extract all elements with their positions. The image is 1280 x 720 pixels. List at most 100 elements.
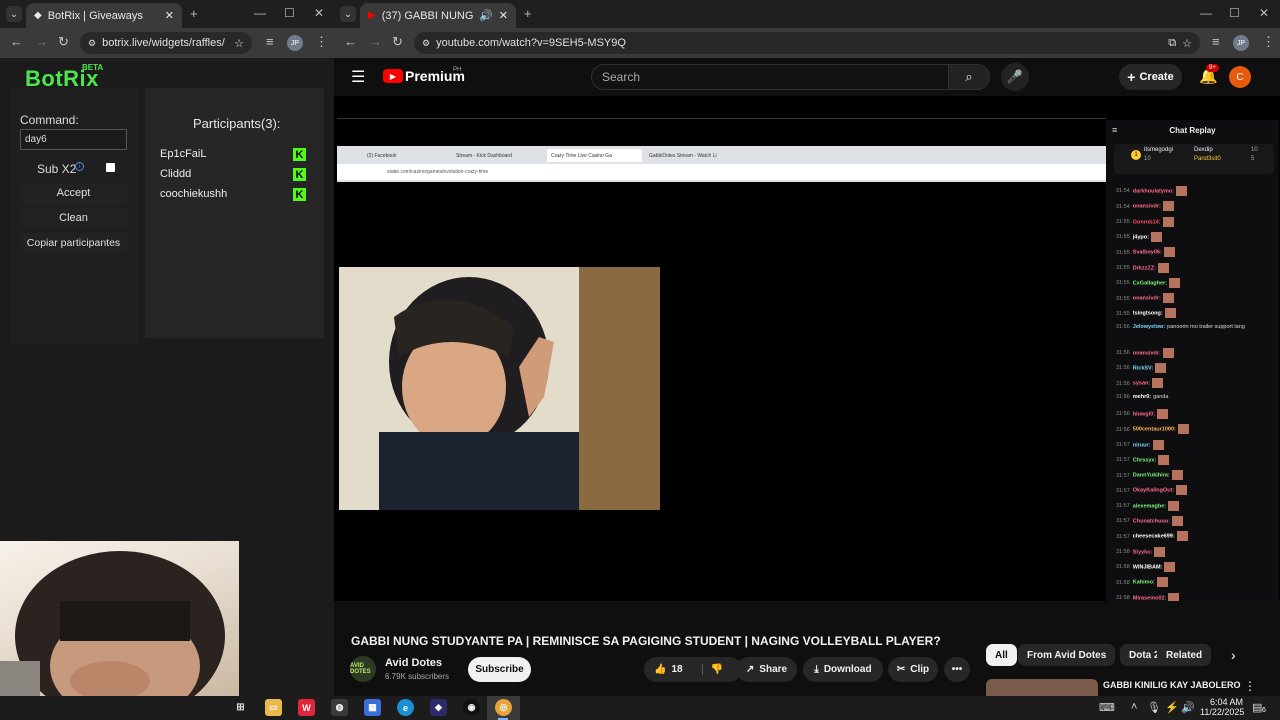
chat-username[interactable]: CxGallagher: <box>1133 280 1167 286</box>
next-video-title[interactable]: GABBI KINILIG KAY JABOLERO <box>1103 680 1241 690</box>
tab-youtube[interactable]: ▶ (37) GABBI NUNG STUDYAI 🔊 ✕ <box>360 3 516 28</box>
cast-icon[interactable]: ⧉ <box>1168 37 1176 50</box>
maximize-icon[interactable]: ☐ <box>1229 6 1240 20</box>
chips-next-icon[interactable]: › <box>1231 647 1236 663</box>
chat-username[interactable]: DrkzzZZ: <box>1133 265 1156 271</box>
more-actions-button[interactable]: ••• <box>944 657 970 682</box>
tab-search-icon[interactable]: ⌄ <box>6 6 22 22</box>
command-input[interactable]: day6 <box>20 129 127 150</box>
chrome-icon[interactable]: ◎ <box>495 699 512 716</box>
steam-icon[interactable]: ◍ <box>331 699 348 716</box>
chat-username[interactable]: Gonrob14: <box>1133 219 1161 225</box>
address-bar[interactable]: ⚙ botrix.live/widgets/raffles/ ☆ <box>80 32 252 54</box>
chat-username[interactable]: Svalboy06: <box>1133 250 1162 256</box>
clock-time[interactable]: 6:04 AM <box>1200 697 1243 707</box>
back-icon[interactable]: ← <box>344 34 357 49</box>
like-icon[interactable]: 👍 <box>654 664 666 675</box>
close-window-icon[interactable]: ✕ <box>1259 6 1269 20</box>
chat-username[interactable]: darkhoulatymo: <box>1133 188 1174 194</box>
youtube-logo-icon[interactable]: ▶ <box>383 69 403 83</box>
chat-username[interactable]: OkayKalingOut: <box>1133 488 1175 494</box>
reading-list-icon[interactable]: ≡ <box>266 34 274 49</box>
chat-username[interactable]: onansivdr: <box>1133 350 1161 356</box>
chat-username[interactable]: WINJIBAM: <box>1133 564 1163 570</box>
clean-button[interactable]: Clean <box>20 208 127 228</box>
chat-username[interactable]: Chunatchuuu: <box>1133 518 1170 524</box>
address-bar[interactable]: ⚙ youtube.com/watch?v=9SEH5-MSY9Q ⧉ ☆ <box>414 32 1200 54</box>
reload-icon[interactable]: ↻ <box>392 34 403 50</box>
tab-close-icon[interactable]: ✕ <box>499 9 508 22</box>
forward-icon[interactable]: → <box>35 34 48 49</box>
volume-icon[interactable]: 🔊 <box>1181 701 1195 714</box>
chat-username[interactable]: 500centaur1000: <box>1133 427 1176 433</box>
chip-related[interactable]: Related <box>1157 644 1212 666</box>
chat-username[interactable]: Chrssyx: <box>1133 457 1157 463</box>
like-count[interactable]: 18 <box>671 664 682 675</box>
chat-username[interactable]: Mirasemo02: <box>1133 595 1167 601</box>
chip-all[interactable]: All <box>986 644 1017 666</box>
tab-close-icon[interactable]: ✕ <box>165 9 174 22</box>
network-icon[interactable]: ⚡ <box>1165 701 1179 714</box>
create-button[interactable]: + Create <box>1119 64 1182 90</box>
chat-username[interactable]: RickSV: <box>1133 365 1153 371</box>
wps-office-icon[interactable]: W <box>298 699 315 716</box>
dislike-icon[interactable]: 👎 <box>701 664 723 675</box>
maximize-icon[interactable]: ☐ <box>284 6 295 20</box>
chat-username[interactable]: onansivdr: <box>1133 296 1161 302</box>
new-tab-icon[interactable]: + <box>190 6 198 21</box>
forward-icon[interactable]: → <box>369 34 382 49</box>
search-button[interactable]: ⌕ <box>948 64 990 90</box>
microphone-icon[interactable]: 🎙 <box>1147 701 1161 714</box>
chat-username[interactable]: onansivdr: <box>1133 204 1161 210</box>
clock-date[interactable]: 11/22/2025 <box>1200 707 1244 717</box>
chat-username[interactable]: Kahimo: <box>1133 580 1155 586</box>
menu-kebab-icon[interactable]: ⋮ <box>315 34 328 50</box>
minimize-icon[interactable]: — <box>254 6 266 20</box>
video-player[interactable]: (2) Facebook Stream - Kick Dashboard Cra… <box>334 96 1280 601</box>
channel-name[interactable]: Avid Dotes <box>385 657 442 669</box>
sub-x2-checkbox[interactable] <box>106 163 115 172</box>
account-avatar[interactable]: C <box>1229 66 1251 88</box>
edge-icon[interactable]: e <box>397 699 414 716</box>
notification-center-icon[interactable]: ▤ <box>1252 701 1262 714</box>
profile-avatar[interactable]: JP <box>287 35 303 51</box>
info-icon[interactable]: i <box>75 162 84 171</box>
reading-list-icon[interactable]: ≡ <box>1212 34 1220 49</box>
chat-username[interactable]: Jelowyelow: <box>1133 324 1165 330</box>
copy-participants-button[interactable]: Copiar participantes <box>20 233 127 253</box>
chat-username[interactable]: sysan: <box>1133 381 1150 387</box>
tab-search-icon[interactable]: ⌄ <box>340 6 356 22</box>
tray-overflow-icon[interactable]: ˄ <box>1131 701 1137 713</box>
chat-username[interactable]: niruur: <box>1133 442 1151 448</box>
minimize-icon[interactable]: — <box>1200 6 1212 20</box>
share-button[interactable]: ↗ Share <box>736 657 797 682</box>
clip-button[interactable]: ✂ Clip <box>888 657 938 682</box>
task-view-icon[interactable]: ⊞ <box>232 699 249 716</box>
search-input[interactable]: Search <box>591 64 949 90</box>
obs-icon[interactable]: ◉ <box>463 699 480 716</box>
site-info-icon[interactable]: ⚙ <box>88 38 96 49</box>
channel-avatar[interactable]: AVID DOTES <box>350 656 376 682</box>
accept-button[interactable]: Accept <box>20 183 127 203</box>
bookmark-star-icon[interactable]: ☆ <box>234 37 244 50</box>
site-info-icon[interactable]: ⚙ <box>422 38 430 49</box>
chat-username[interactable]: j4ypo: <box>1133 234 1149 240</box>
chat-username[interactable]: cheesecake699: <box>1133 534 1175 540</box>
chat-username[interactable]: hluwgi0: <box>1133 411 1155 417</box>
download-button[interactable]: ⤓ Download <box>803 657 883 682</box>
next-video-menu-icon[interactable]: ⋮ <box>1244 679 1256 693</box>
chat-username[interactable]: alexemagbe: <box>1133 503 1166 509</box>
media-app-icon[interactable]: ◆ <box>430 699 447 716</box>
back-icon[interactable]: ← <box>10 34 23 49</box>
voice-search-button[interactable]: 🎤 <box>1001 63 1029 91</box>
bookmark-star-icon[interactable]: ☆ <box>1182 37 1192 50</box>
chat-username[interactable]: Slyyko: <box>1133 549 1153 555</box>
chat-username[interactable]: mehr0: <box>1133 394 1151 400</box>
new-tab-icon[interactable]: + <box>524 6 532 21</box>
file-explorer-icon[interactable]: ▭ <box>265 699 282 716</box>
tab-audio-icon[interactable]: 🔊 <box>479 9 493 22</box>
chip-from-channel[interactable]: From Avid Dotes <box>1018 644 1116 666</box>
profile-avatar[interactable]: JP <box>1233 35 1249 51</box>
calculator-icon[interactable]: ▦ <box>364 699 381 716</box>
hamburger-menu-icon[interactable]: ☰ <box>351 67 365 87</box>
